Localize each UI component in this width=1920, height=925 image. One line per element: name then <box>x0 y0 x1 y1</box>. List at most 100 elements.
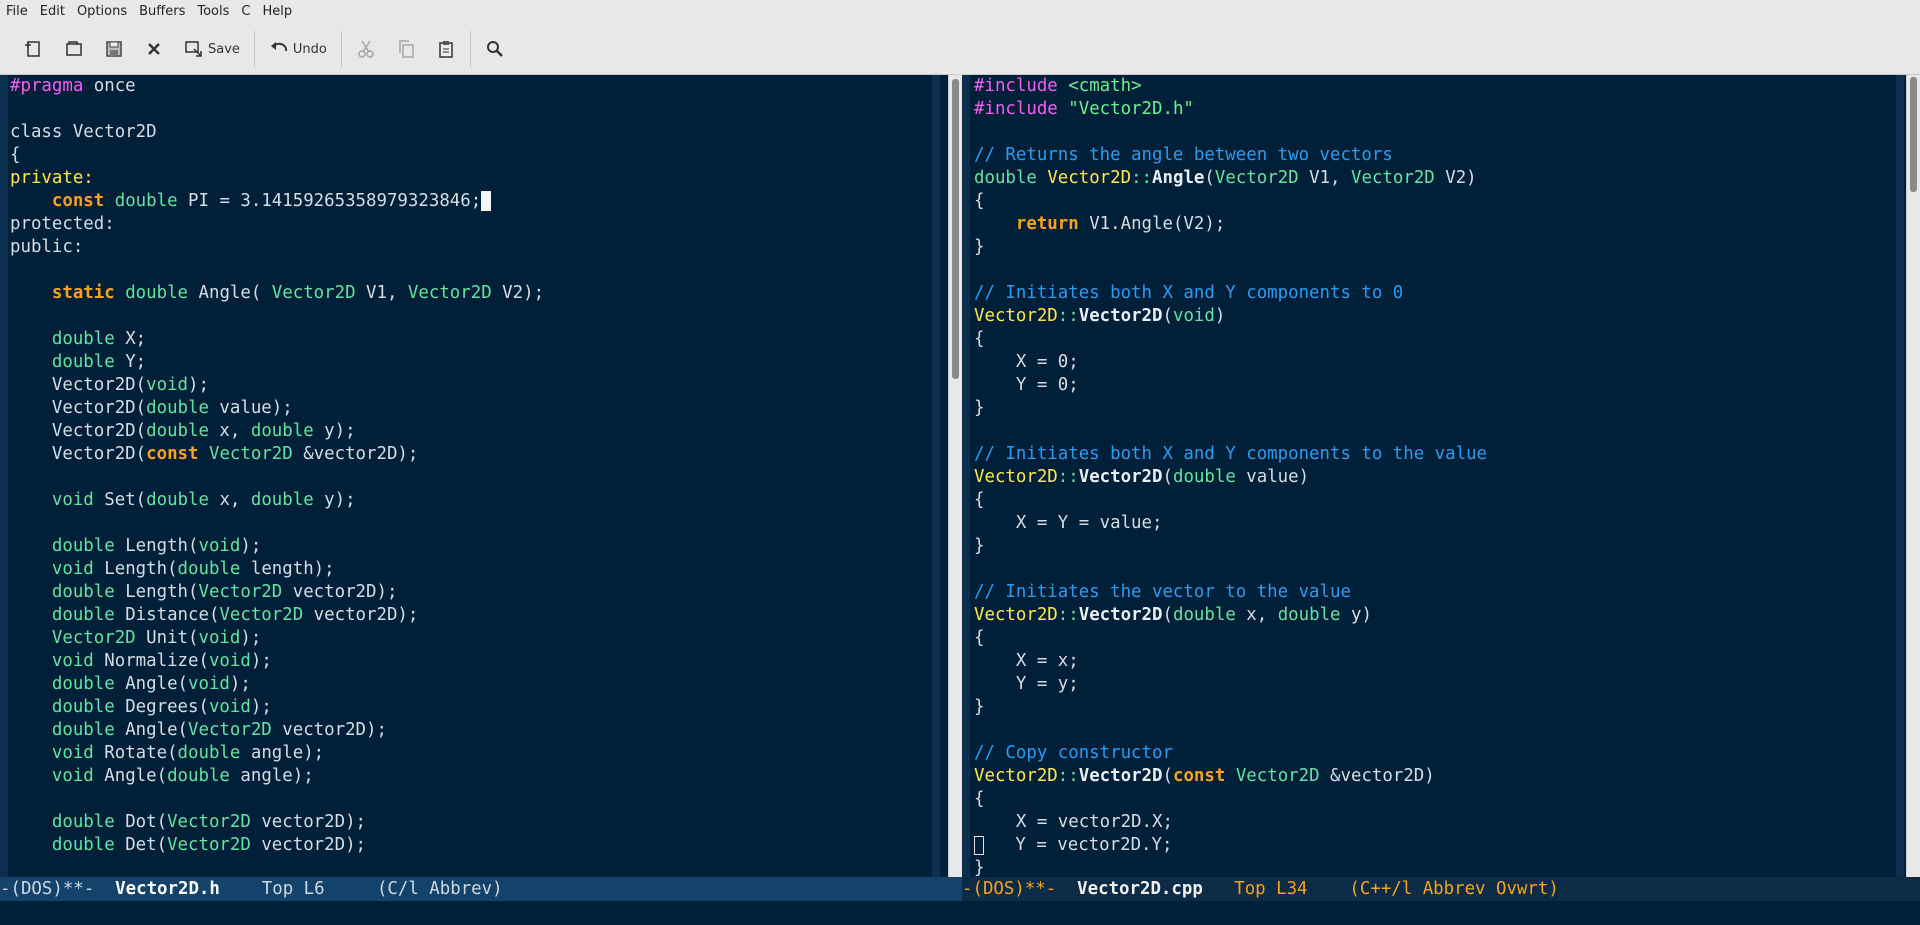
code-line: { <box>10 145 21 165</box>
code-line: X = x; <box>974 651 1079 671</box>
copy-button[interactable] <box>386 31 426 67</box>
right-fringe <box>962 75 970 877</box>
code-line: void Length(double length); <box>51 559 335 579</box>
right-mode-line[interactable]: -(DOS)**- Vector2D.cpp Top L34 (C++/l Ab… <box>962 877 1920 901</box>
menu-tools[interactable]: Tools <box>191 0 235 24</box>
code-line: #pragma once <box>10 76 136 96</box>
toolbar-separator <box>469 31 471 67</box>
mode-line-position: Top L34 <box>1202 879 1350 899</box>
cut-icon <box>358 40 374 58</box>
code-comment: // Returns the angle between two vectors <box>974 145 1393 165</box>
save-icon <box>185 41 202 57</box>
code-line: #include <cmath> <box>974 76 1142 96</box>
code-line: Vector2D(double value); <box>51 398 293 418</box>
open-file-button[interactable] <box>54 31 94 67</box>
save-button[interactable]: Save <box>174 31 250 67</box>
mode-line-prefix: -(DOS)**- <box>0 879 116 899</box>
major-mode[interactable]: (C++/l Abbrev Ovwrt) <box>1349 879 1558 899</box>
mode-line-prefix: -(DOS)**- <box>962 879 1078 899</box>
major-mode[interactable]: (C/l Abbrev) <box>377 879 503 899</box>
left-scrollbar[interactable] <box>948 75 962 877</box>
undo-label: Undo <box>292 41 327 57</box>
code-line: static double Angle( Vector2D V1, Vector… <box>51 283 545 303</box>
mode-line-position: Top L6 <box>219 879 377 899</box>
left-editor-pane[interactable]: #pragma once class Vector2D { private: c… <box>0 75 948 877</box>
code-line: protected: <box>10 214 115 234</box>
code-line: void Normalize(void); <box>51 651 272 671</box>
paste-icon <box>439 41 453 58</box>
code-comment: // Initiates the vector to the value <box>974 582 1351 602</box>
cut-button[interactable] <box>346 31 386 67</box>
code-line: } <box>974 398 985 418</box>
code-line: { <box>974 628 985 648</box>
code-line: X = Y = value; <box>974 513 1163 533</box>
menu-options[interactable]: Options <box>71 0 133 24</box>
right-right-fringe <box>1896 75 1904 877</box>
menu-c[interactable]: C <box>235 0 256 24</box>
menu-help[interactable]: Help <box>256 0 298 24</box>
code-line: double Dot(Vector2D vector2D); <box>51 812 367 832</box>
code-line: X = vector2D.X; <box>974 812 1173 832</box>
search-button[interactable] <box>475 31 515 67</box>
code-line: } <box>974 697 985 717</box>
undo-button[interactable]: Undo <box>259 31 337 67</box>
menu-file[interactable]: File <box>0 0 34 24</box>
minibuffer[interactable] <box>0 901 1920 925</box>
code-line: #include "Vector2D.h" <box>974 99 1194 119</box>
save-disk-button[interactable] <box>94 31 134 67</box>
code-line: double Degrees(void); <box>51 697 272 717</box>
open-folder-icon <box>66 41 82 56</box>
code-line: void Angle(double angle); <box>51 766 314 786</box>
buffer-name[interactable]: Vector2D.cpp <box>1077 879 1203 899</box>
close-x-icon <box>148 43 160 55</box>
code-line: double Angle(void); <box>51 674 251 694</box>
code-line: Y = 0; <box>974 375 1079 395</box>
close-buffer-button[interactable] <box>134 31 174 67</box>
code-line: double Distance(Vector2D vector2D); <box>51 605 419 625</box>
code-line: double Vector2D::Angle(Vector2D V1, Vect… <box>974 168 1477 188</box>
code-line-current: const double PI = 3.14159265358979323846… <box>10 190 948 213</box>
code-line: Vector2D::Vector2D(const Vector2D &vecto… <box>974 766 1435 786</box>
save-disk-icon <box>106 41 122 57</box>
toolbar: Save Undo <box>0 24 1920 75</box>
code-line: Y = y; <box>974 674 1079 694</box>
code-line: { <box>974 191 985 211</box>
code-line: double Det(Vector2D vector2D); <box>51 835 367 855</box>
menu-edit[interactable]: Edit <box>34 0 71 24</box>
code-line: Vector2D::Vector2D(void) <box>974 306 1226 326</box>
paste-button[interactable] <box>426 31 466 67</box>
menu-buffers[interactable]: Buffers <box>133 0 191 24</box>
new-file-button[interactable] <box>14 31 54 67</box>
code-line: } <box>974 536 985 556</box>
left-code-area[interactable]: #pragma once class Vector2D { private: c… <box>10 75 948 857</box>
code-line: Vector2D Unit(void); <box>51 628 262 648</box>
code-line: Vector2D::Vector2D(double x, double y) <box>974 605 1372 625</box>
code-line: Vector2D(double x, double y); <box>51 421 356 441</box>
code-line: return V1.Angle(V2); <box>1015 214 1226 234</box>
code-comment: // Initiates both X and Y components to … <box>974 444 1488 464</box>
buffer-name[interactable]: Vector2D.h <box>115 879 220 899</box>
left-scrollbar-thumb[interactable] <box>952 79 959 379</box>
right-scrollbar-thumb[interactable] <box>1910 77 1917 192</box>
left-mode-line[interactable]: -(DOS)**- Vector2D.h Top L6 (C/l Abbrev) <box>0 877 962 901</box>
new-file-icon <box>25 41 40 57</box>
right-code-area[interactable]: #include <cmath> #include "Vector2D.h" /… <box>974 75 1910 877</box>
undo-icon <box>270 42 288 52</box>
right-scrollbar[interactable] <box>1906 75 1920 877</box>
text-cursor <box>974 835 984 855</box>
code-line: double Length(void); <box>51 536 262 556</box>
right-editor-pane[interactable]: #include <cmath> #include "Vector2D.h" /… <box>962 75 1910 877</box>
left-right-fringe <box>932 75 940 877</box>
left-fringe <box>0 75 8 877</box>
code-line: { <box>974 329 985 349</box>
code-line: { <box>974 789 985 809</box>
code-line: { <box>974 490 985 510</box>
